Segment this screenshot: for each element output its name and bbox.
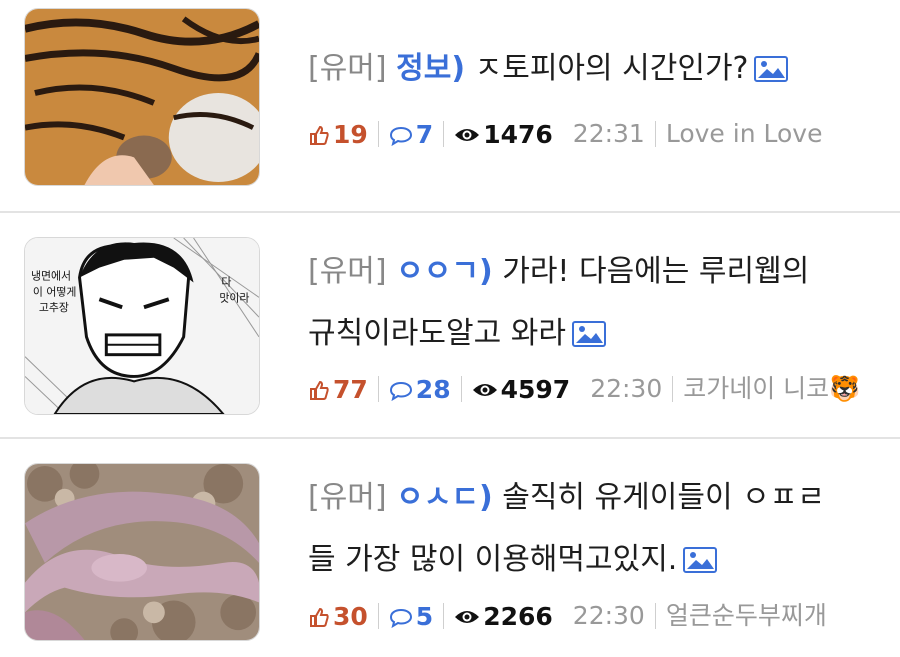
likes-count-wrap: 19 xyxy=(308,114,368,155)
post-category: ㅇㅅㄷ) xyxy=(396,480,493,515)
views-count: 1476 xyxy=(483,119,553,149)
post-author[interactable]: Love in Love xyxy=(666,114,823,154)
likes-count-wrap: 30 xyxy=(308,596,368,637)
post-thumbnail[interactable] xyxy=(24,8,260,186)
post-category: ㅇㅇㄱ) xyxy=(396,254,493,289)
divider xyxy=(377,121,379,147)
post-title-line: 들 가장 많이 이용해먹고있지. xyxy=(308,542,678,577)
post-author[interactable]: 얼큰순두부찌개 xyxy=(666,596,827,636)
likes-count-wrap: 77 xyxy=(308,369,368,410)
comments-count: 7 xyxy=(415,119,434,149)
post-title-line: 규칙이라도알고 와라 xyxy=(308,316,566,351)
post-title[interactable]: [유머] 정보) ㅈ토피아의 시간인가? xyxy=(308,38,878,100)
post-category: 정보) xyxy=(396,51,466,86)
post-meta: 30 5 2266 22:30 얼큰순두부찌개 xyxy=(308,595,827,635)
eye-icon xyxy=(455,128,480,141)
post-item[interactable]: [유머] ㅇㅅㄷ) 솔직히 유게이들이 ㅇㅍㄹ 들 가장 많이 이용해먹고있지.… xyxy=(0,439,900,657)
likes-count: 77 xyxy=(333,374,368,404)
thumbs-up-icon xyxy=(310,607,329,627)
views-count: 2266 xyxy=(483,601,553,631)
likes-count: 30 xyxy=(333,601,368,631)
post-title-line: 가라! 다음에는 루리웹의 xyxy=(502,254,810,289)
post-meta: 19 7 1476 22:31 Love in Love xyxy=(308,113,822,153)
speech-bubble-icon xyxy=(389,608,412,628)
board-tag: [유머] xyxy=(308,480,387,515)
svg-text:다: 다 xyxy=(221,275,231,288)
divider xyxy=(443,121,445,147)
svg-text:이 어떻게: 이 어떻게 xyxy=(33,285,77,298)
board-tag: [유머] xyxy=(308,254,387,289)
divider xyxy=(654,603,656,629)
author-tiger-emoji: 🐯 xyxy=(829,374,861,403)
board-tag: [유머] xyxy=(308,51,387,86)
views-count-wrap: 4597 xyxy=(472,369,571,410)
post-title-line: 솔직히 유게이들이 ㅇㅍㄹ xyxy=(502,480,825,515)
post-time: 22:30 xyxy=(572,601,645,630)
post-item[interactable]: 냉면에서 이 어떻게 고추장 다 맛이라 [유머] ㅇㅇㄱ) 가라! 다음에는 … xyxy=(0,213,900,431)
post-title[interactable]: [유머] ㅇㅇㄱ) 가라! 다음에는 루리웹의 규칙이라도알고 와라 xyxy=(308,241,878,365)
post-meta: 77 28 4597 22:30 코가네이 니코🐯 xyxy=(308,368,860,408)
speech-bubble-icon xyxy=(389,381,412,401)
svg-text:고추장: 고추장 xyxy=(39,301,69,314)
comments-count: 28 xyxy=(415,374,451,404)
eye-icon xyxy=(472,383,497,396)
post-title-line: ㅈ토피아의 시간인가? xyxy=(474,51,749,86)
comments-count: 5 xyxy=(415,601,434,631)
comments-count-wrap[interactable]: 5 xyxy=(389,596,433,637)
post-author[interactable]: 코가네이 니코 xyxy=(683,369,829,409)
image-icon xyxy=(571,321,606,347)
svg-text:맛이라: 맛이라 xyxy=(219,291,249,304)
image-icon xyxy=(754,56,789,82)
speech-bubble-icon xyxy=(389,126,412,146)
thumbs-up-icon xyxy=(310,380,329,400)
views-count-wrap: 1476 xyxy=(454,114,553,155)
post-title[interactable]: [유머] ㅇㅅㄷ) 솔직히 유게이들이 ㅇㅍㄹ 들 가장 많이 이용해먹고있지. xyxy=(308,467,878,591)
post-thumbnail[interactable]: 냉면에서 이 어떻게 고추장 다 맛이라 xyxy=(24,237,260,415)
divider xyxy=(443,603,445,629)
comments-count-wrap[interactable]: 28 xyxy=(389,369,451,410)
likes-count: 19 xyxy=(333,119,368,149)
post-time: 22:31 xyxy=(572,119,645,148)
post-item[interactable]: [유머] 정보) ㅈ토피아의 시간인가? 19 7 1476 22:31 Love… xyxy=(0,0,900,218)
comments-count-wrap[interactable]: 7 xyxy=(389,114,433,155)
views-count: 4597 xyxy=(500,374,571,404)
divider xyxy=(377,376,379,402)
eye-icon xyxy=(455,610,480,623)
views-count-wrap: 2266 xyxy=(454,596,553,637)
thumbs-up-icon xyxy=(310,125,329,145)
divider xyxy=(672,376,674,402)
image-icon xyxy=(683,547,718,573)
divider xyxy=(654,121,656,147)
post-time: 22:30 xyxy=(590,374,663,403)
divider xyxy=(377,603,379,629)
post-thumbnail[interactable] xyxy=(24,463,260,641)
svg-text:냉면에서: 냉면에서 xyxy=(31,270,71,283)
divider xyxy=(460,376,462,402)
